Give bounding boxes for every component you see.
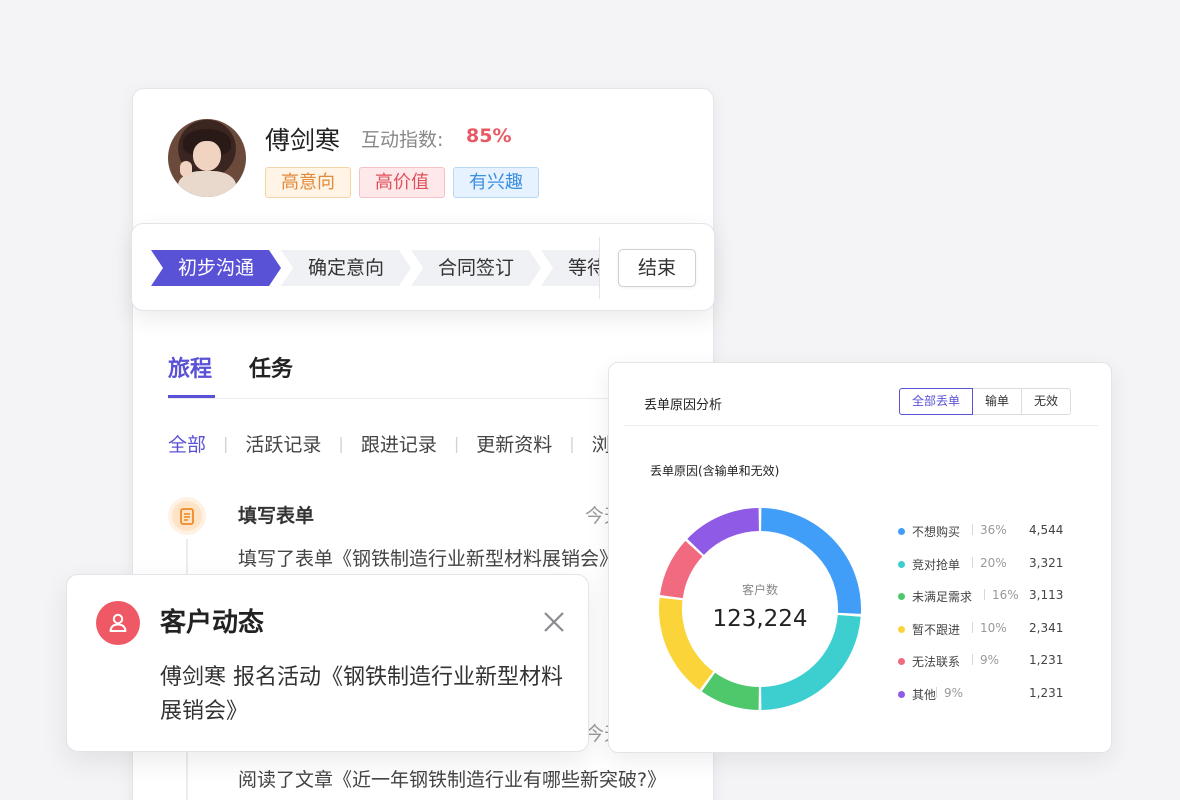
tag-high-value[interactable]: 高价值 xyxy=(359,167,445,198)
filter-bar: 全部 | 活跃记录 | 跟进记录 | 更新资料 | 浏 xyxy=(168,430,611,457)
legend-label: 其他 xyxy=(912,687,937,702)
notification-text[interactable]: 傅剑寒 报名活动《钢铁制造行业新型材料展销会》 xyxy=(160,661,570,729)
avatar[interactable] xyxy=(168,119,246,197)
filter-separator: | xyxy=(338,434,344,453)
filter-update-profile[interactable]: 更新资料 xyxy=(476,430,552,457)
legend-color-dot xyxy=(898,593,905,600)
segment-lost-deal[interactable]: 输单 xyxy=(972,388,1023,415)
legend-label: 竞对抢单 xyxy=(912,557,961,572)
analysis-title: 丢单原因分析 xyxy=(644,398,723,413)
stage-steps: 初步沟通 确定意向 合同签订 等待 xyxy=(151,250,599,286)
chart-title: 丢单原因(含输单和无效) xyxy=(650,464,780,478)
filter-followup-records[interactable]: 跟进记录 xyxy=(361,430,437,457)
analysis-segment-control: 全部丢单 输单 无效 xyxy=(899,388,1072,415)
legend-color-dot xyxy=(898,560,905,568)
tag-high-intent[interactable]: 高意向 xyxy=(265,167,351,198)
tab-tasks[interactable]: 任务 xyxy=(249,351,293,383)
legend-label: 未满足需求 xyxy=(912,590,973,604)
filter-all[interactable]: 全部 xyxy=(168,430,206,457)
legend-item[interactable]: 未满足需求 16% 3,113 xyxy=(898,588,1068,621)
close-icon[interactable] xyxy=(541,609,567,635)
filter-activity-records[interactable]: 活跃记录 xyxy=(245,430,321,457)
stage-divider xyxy=(599,237,600,299)
end-button[interactable]: 结束 xyxy=(618,249,696,287)
tab-active-indicator xyxy=(168,395,215,398)
legend-item[interactable]: 其他 9% 1,231 xyxy=(898,686,1068,719)
legend-value: 2,341 xyxy=(1029,620,1064,635)
legend-value: 3,321 xyxy=(1029,555,1064,570)
customer-activity-notification: 客户动态 傅剑寒 报名活动《钢铁制造行业新型材料展销会》 xyxy=(66,574,589,752)
legend-color-dot xyxy=(898,658,905,665)
donut-slice[interactable] xyxy=(687,508,759,555)
stage-step-waiting[interactable]: 等待 xyxy=(541,250,599,286)
canvas-background: 傅剑寒 互动指数: 85% 高意向 高价值 有兴趣 旅程 任务 全部 | 活跃记… xyxy=(0,0,1180,800)
legend-color-dot xyxy=(898,528,905,535)
segment-all-lost[interactable]: 全部丢单 xyxy=(899,388,974,415)
legend-item[interactable]: 暂不跟进 10% 2,341 xyxy=(898,621,1068,654)
legend-value: 1,231 xyxy=(1029,653,1064,667)
legend-item[interactable]: 竞对抢单 20% 3,321 xyxy=(898,556,1068,589)
legend-color-dot xyxy=(898,690,905,698)
timeline-item-description[interactable]: 阅读了文章《近一年钢铁制造行业有哪些新突破?》 xyxy=(238,765,666,796)
stage-step-contract-signing[interactable]: 合同签订 xyxy=(411,250,541,286)
legend-label: 无法联系 xyxy=(912,655,961,669)
user-icon xyxy=(96,601,140,645)
legend-color-dot xyxy=(898,625,905,633)
timeline-item-description[interactable]: 填写了表单《钢铁制造行业新型材料展销会》 xyxy=(238,544,618,571)
filter-separator: | xyxy=(569,434,575,453)
donut-slice[interactable] xyxy=(659,540,703,599)
legend-item[interactable]: 无法联系 9% 1,231 xyxy=(898,653,1068,686)
avatar-face xyxy=(193,141,221,171)
tag-interested[interactable]: 有兴趣 xyxy=(453,167,539,198)
interaction-score-value: 85% xyxy=(466,125,512,147)
customer-tags: 高意向 高价值 有兴趣 xyxy=(265,167,539,198)
interaction-score-label: 互动指数: xyxy=(361,129,444,151)
stage-step-initial-contact[interactable]: 初步沟通 xyxy=(151,250,281,286)
donut-center-value: 123,224 xyxy=(712,606,808,632)
donut-center-label: 客户数 xyxy=(741,583,778,597)
loss-reason-analysis-card: 丢单原因分析 全部丢单 输单 无效 丢单原因(含输单和无效) 客户数 123,2… xyxy=(608,362,1112,753)
donut-slice[interactable] xyxy=(701,672,759,710)
legend-percent: 16% xyxy=(984,588,1019,602)
legend-value: 3,113 xyxy=(1029,588,1064,602)
sales-stage-bar: 初步沟通 确定意向 合同签订 等待 结束 xyxy=(131,223,715,311)
notification-title: 客户动态 xyxy=(160,608,265,638)
tab-journey[interactable]: 旅程 xyxy=(168,351,212,383)
segment-invalid[interactable]: 无效 xyxy=(1021,388,1072,415)
legend-value: 4,544 xyxy=(1029,523,1064,537)
timeline-item-title: 填写表单 xyxy=(238,505,315,527)
legend-percent: 20% xyxy=(972,556,1007,570)
legend-label: 不想购买 xyxy=(912,525,961,539)
chart-legend: 不想购买 36% 4,544 竞对抢单 20% 3,321 未满足需求 16% 3,113 暂不跟… xyxy=(898,523,1068,718)
legend-percent: 36% xyxy=(972,523,1007,537)
customer-name: 傅剑寒 xyxy=(265,126,341,155)
legend-label: 暂不跟进 xyxy=(912,622,961,637)
form-icon xyxy=(168,497,206,535)
donut-slice[interactable] xyxy=(761,508,861,614)
legend-percent: 10% xyxy=(972,621,1007,635)
legend-percent: 9% xyxy=(972,653,999,667)
legend-item[interactable]: 不想购买 36% 4,544 xyxy=(898,523,1068,556)
stage-step-confirm-intent[interactable]: 确定意向 xyxy=(281,250,411,286)
avatar-hand xyxy=(180,161,192,177)
analysis-divider xyxy=(624,425,1098,426)
filter-separator: | xyxy=(223,434,229,453)
legend-percent: 9% xyxy=(936,686,963,700)
filter-separator: | xyxy=(453,434,460,453)
legend-value: 1,231 xyxy=(1029,685,1064,700)
